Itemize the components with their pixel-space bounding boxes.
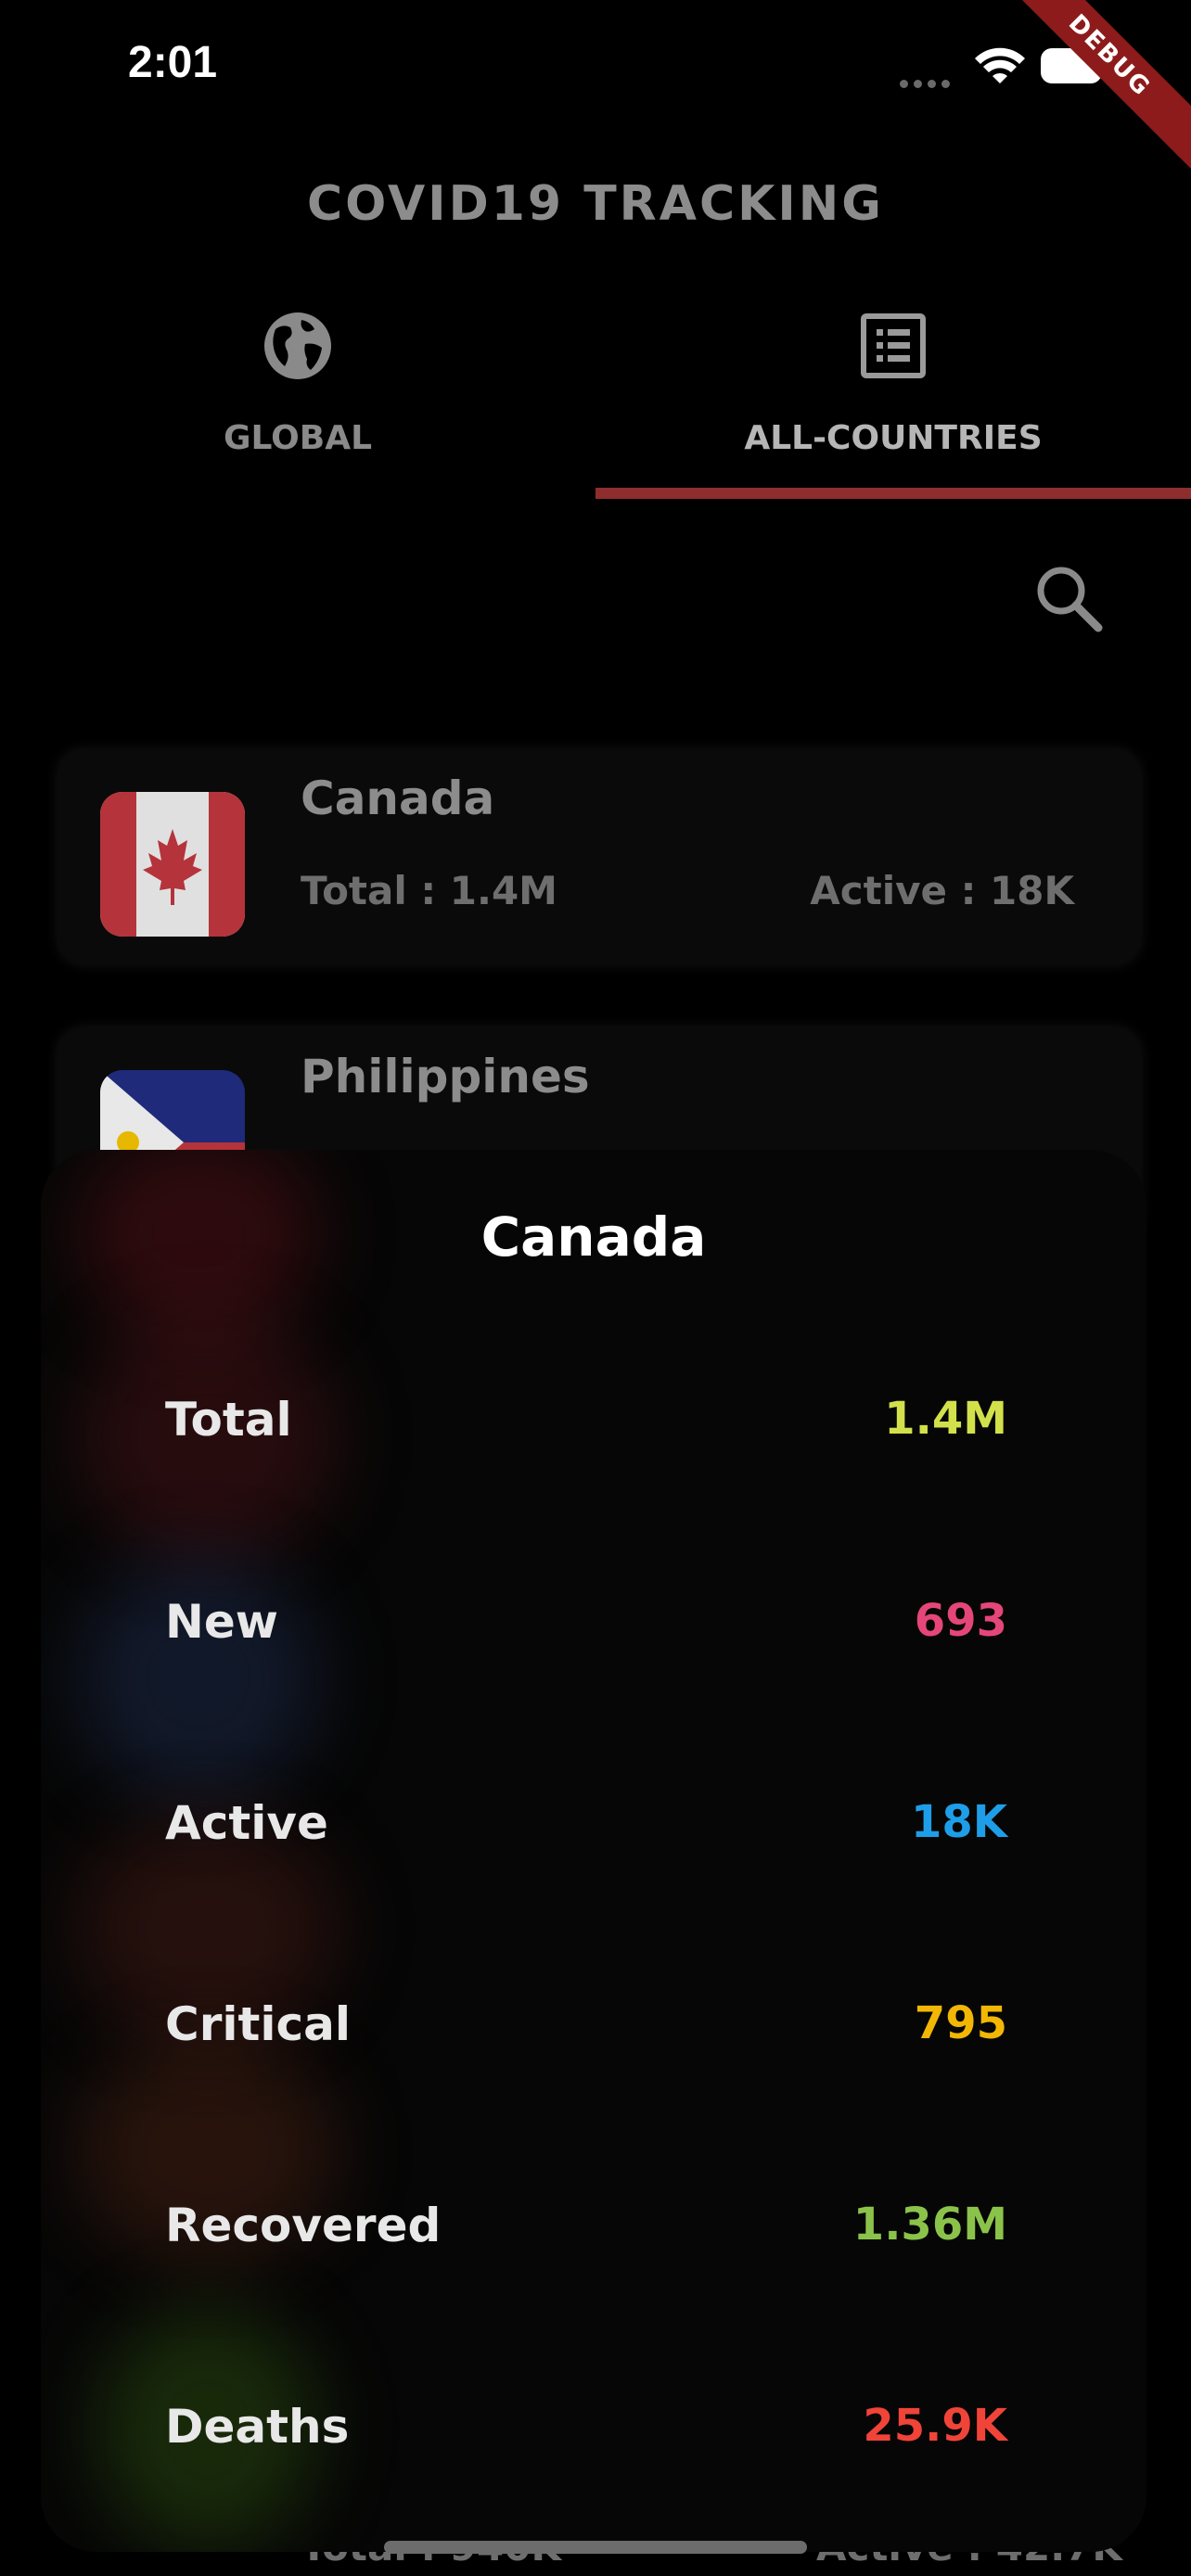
stat-row-active: Active 18K [41,1796,1146,1870]
stat-label: Active [165,1796,328,1850]
stat-row-deaths: Deaths 25.9K [41,2400,1146,2474]
stat-value: 693 [914,1595,1007,1647]
stat-value: 1.36M [852,2199,1007,2251]
country-active: Active : 18K [810,868,1074,913]
status-bar: 2:01 [0,0,1191,139]
country-total: Total : 1.4M [301,868,557,913]
stat-label: Recovered [165,2199,442,2252]
sheet-title: Canada [480,1205,707,1269]
tab-all-countries[interactable]: ALL-COUNTRIES [596,297,1191,491]
tab-global[interactable]: GLOBAL [0,297,596,491]
stat-row-critical: Critical 795 [41,1997,1146,2072]
stat-value: 25.9K [863,2400,1007,2452]
country-name: Canada [301,772,495,825]
stat-label: Critical [165,1997,352,2051]
stat-value: 18K [911,1796,1007,1848]
stat-label: Total [165,1393,292,1447]
stat-value: 1.4M [884,1393,1007,1445]
search-icon[interactable] [1031,561,1104,633]
wifi-icon [975,47,1025,83]
list-icon [861,313,926,378]
tab-global-label: GLOBAL [223,419,373,457]
stat-row-recovered: Recovered 1.36M [41,2199,1146,2273]
app-title: COVID19 TRACKING [307,176,884,232]
status-time: 2:01 [128,38,218,87]
tab-indicator [596,488,1191,499]
stat-value: 795 [914,1997,1007,2049]
stat-row-new: New 693 [41,1595,1146,1669]
globe-icon [264,312,331,379]
country-detail-sheet: Canada Total 1.4M New 693 Active 18K Cri… [41,1150,1146,2552]
tab-all-countries-label: ALL-COUNTRIES [744,419,1043,457]
home-indicator[interactable] [384,2541,807,2554]
country-card-canada[interactable]: Canada Total : 1.4M Active : 18K [58,749,1141,964]
background-blur [78,1558,319,1799]
tab-bar: GLOBAL ALL-COUNTRIES [0,297,1191,501]
canada-flag-icon [100,792,245,937]
stat-row-total: Total 1.4M [41,1393,1146,1467]
country-name: Philippines [301,1050,590,1103]
stat-label: Deaths [165,2400,350,2454]
stat-label: New [165,1595,278,1649]
cellular-signal-icon [900,74,955,92]
